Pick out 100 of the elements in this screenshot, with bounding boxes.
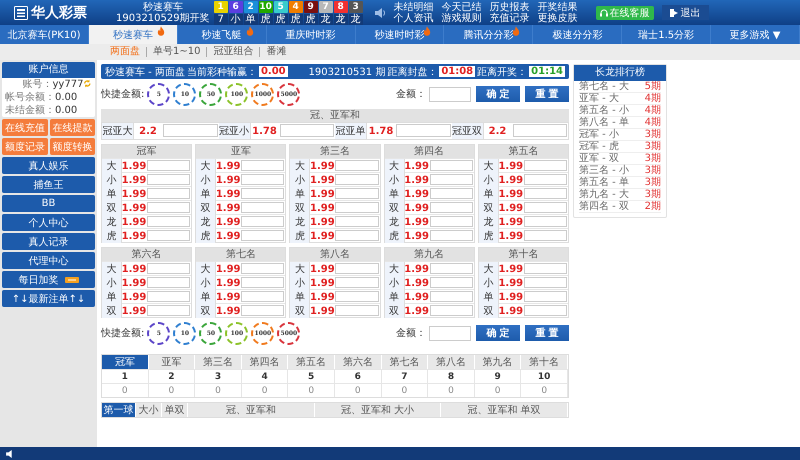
bet-input[interactable]: [396, 124, 450, 137]
bet-input[interactable]: [241, 174, 284, 185]
menu-button[interactable]: BB: [2, 195, 95, 212]
menu-button[interactable]: 捕鱼王: [2, 176, 95, 193]
bet-input[interactable]: [147, 188, 190, 199]
rank-tab[interactable]: 第九名: [474, 355, 522, 369]
bet-input[interactable]: [335, 305, 379, 316]
play-tab[interactable]: 冠亚组合: [206, 47, 260, 57]
bet-input[interactable]: [524, 188, 567, 199]
play-tab[interactable]: 单号1~10: [146, 47, 206, 57]
stat-tab[interactable]: 冠、亚军和 单双: [441, 403, 568, 417]
bet-input[interactable]: [163, 124, 218, 137]
bet-input[interactable]: [241, 160, 284, 171]
header-link[interactable]: 更换皮肤: [538, 12, 578, 24]
stat-tab[interactable]: 大小: [136, 403, 162, 417]
header-link[interactable]: 今天已结: [442, 2, 482, 12]
bet-input[interactable]: [524, 291, 567, 302]
menu-button[interactable]: 真人娱乐: [2, 157, 95, 174]
bet-input[interactable]: [147, 160, 190, 171]
reset-button[interactable]: 重 置: [525, 86, 569, 102]
reset-button[interactable]: 重 置: [525, 325, 569, 341]
header-link[interactable]: 充值记录: [490, 12, 530, 24]
bet-input[interactable]: [241, 291, 284, 302]
rank-tab[interactable]: 冠军: [102, 355, 149, 369]
confirm-button[interactable]: 确 定: [476, 325, 520, 341]
bet-input[interactable]: [147, 230, 190, 241]
rank-tab[interactable]: 亚军: [148, 355, 196, 369]
bet-input[interactable]: [241, 202, 284, 213]
bet-input[interactable]: [512, 124, 567, 137]
bet-input[interactable]: [147, 277, 190, 288]
bet-input[interactable]: [430, 305, 473, 316]
bet-input[interactable]: [147, 216, 190, 227]
header-link[interactable]: 个人资讯: [394, 12, 434, 24]
bet-input[interactable]: [335, 291, 379, 302]
header-link[interactable]: 未结明细: [394, 2, 434, 12]
bet-input[interactable]: [335, 230, 379, 241]
rank-tab[interactable]: 第八名: [428, 355, 475, 369]
bet-input[interactable]: [430, 291, 473, 302]
bet-input[interactable]: [524, 216, 567, 227]
bet-input[interactable]: [280, 124, 334, 137]
menu-button[interactable]: 个人中心: [2, 214, 95, 231]
bet-input[interactable]: [335, 174, 379, 185]
rank-tab[interactable]: 第六名: [334, 355, 382, 369]
bet-input[interactable]: [335, 188, 379, 199]
bet-input[interactable]: [241, 277, 284, 288]
bet-input[interactable]: [241, 305, 284, 316]
bet-input[interactable]: [147, 305, 190, 316]
rank-tab[interactable]: 第十名: [521, 355, 568, 369]
play-tab[interactable]: 番滩: [259, 47, 292, 57]
amount-input[interactable]: [429, 86, 471, 102]
logout-button[interactable]: 退出: [662, 5, 709, 20]
bet-input[interactable]: [335, 263, 379, 274]
menu-button[interactable]: 代理中心: [2, 252, 95, 269]
bet-input[interactable]: [524, 230, 567, 241]
bet-input[interactable]: [430, 188, 473, 199]
bet-input[interactable]: [524, 160, 567, 171]
confirm-button[interactable]: 确 定: [476, 86, 520, 102]
header-link[interactable]: 开奖结果: [538, 2, 578, 12]
header-link[interactable]: 历史报表: [490, 2, 530, 12]
amount-input[interactable]: [429, 326, 471, 340]
bet-input[interactable]: [524, 263, 567, 274]
bet-input[interactable]: [335, 277, 379, 288]
bet-input[interactable]: [524, 202, 567, 213]
menu-button[interactable]: 真人记录: [2, 233, 95, 250]
stat-tab[interactable]: 冠、亚军和: [188, 403, 315, 417]
bet-input[interactable]: [430, 160, 473, 171]
bet-input[interactable]: [524, 174, 567, 185]
bet-input[interactable]: [430, 277, 473, 288]
bet-input[interactable]: [335, 216, 379, 227]
bet-input[interactable]: [147, 202, 190, 213]
bet-input[interactable]: [335, 160, 379, 171]
bet-input[interactable]: [524, 277, 567, 288]
bet-input[interactable]: [241, 188, 284, 199]
bet-input[interactable]: [430, 230, 473, 241]
bet-input[interactable]: [241, 263, 284, 274]
stat-tab[interactable]: 第一球: [102, 403, 136, 417]
bet-input[interactable]: [147, 263, 190, 274]
menu-button[interactable]: ↑↓最新注单↑↓: [2, 290, 95, 307]
stat-tab[interactable]: 冠、亚军和 大小: [314, 403, 442, 417]
rank-tab[interactable]: 第五名: [288, 355, 335, 369]
option-label: 大: [196, 159, 216, 173]
bet-input[interactable]: [430, 263, 473, 274]
rank-tab[interactable]: 第七名: [382, 355, 428, 369]
bet-input[interactable]: [524, 305, 567, 316]
bet-input[interactable]: [430, 174, 473, 185]
menu-button[interactable]: 每日加奖: [2, 271, 95, 288]
bet-input[interactable]: [147, 291, 190, 302]
bet-input[interactable]: [241, 216, 284, 227]
rank-tab[interactable]: 第四名: [242, 355, 288, 369]
speaker-icon[interactable]: [374, 8, 386, 18]
bet-input[interactable]: [241, 230, 284, 241]
refresh-icon[interactable]: [83, 79, 92, 88]
rank-tab[interactable]: 第三名: [195, 355, 242, 369]
bet-input[interactable]: [147, 174, 190, 185]
bet-input[interactable]: [430, 202, 473, 213]
stat-tab[interactable]: 单双: [162, 403, 188, 417]
game-tab[interactable]: 秒速赛车: [88, 25, 178, 44]
header-link[interactable]: 游戏规则: [442, 12, 482, 24]
bet-input[interactable]: [335, 202, 379, 213]
bet-input[interactable]: [430, 216, 473, 227]
